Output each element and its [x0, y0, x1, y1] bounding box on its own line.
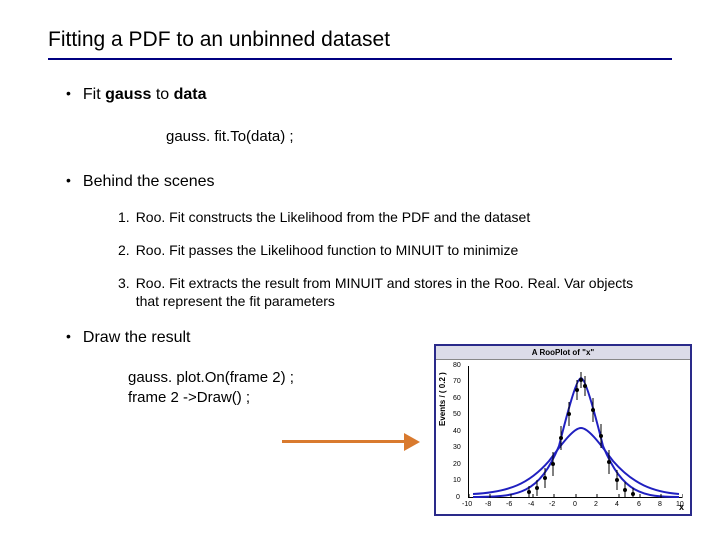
bullet-mark: •: [66, 327, 71, 347]
xtick: -10: [462, 501, 472, 508]
ytick: 50: [453, 411, 461, 418]
fit-curve-1: [473, 378, 679, 497]
list-item: 3. Roo. Fit extracts the result from MIN…: [118, 274, 672, 312]
page-title: Fitting a PDF to an unbinned dataset: [48, 28, 672, 60]
arrow-icon: [282, 430, 422, 454]
ytick: 20: [453, 461, 461, 468]
plot-area: [468, 366, 682, 498]
xtick: 0: [573, 501, 577, 508]
bullet-text: Behind the scenes: [83, 171, 215, 193]
plot-title: A RooPlot of "x": [436, 346, 690, 360]
bullet-fit: • Fit gauss to data: [48, 84, 672, 106]
ytick: 60: [453, 395, 461, 402]
bullet-mark: •: [66, 84, 71, 104]
fit-curve-2: [473, 428, 679, 494]
txt: Fit: [83, 86, 105, 103]
xtick: 8: [658, 501, 662, 508]
xtick: 10: [676, 501, 684, 508]
code-fitto: gauss. fit.To(data) ;: [166, 128, 672, 145]
bullet-text: Draw the result: [83, 327, 191, 349]
ytick: 0: [456, 494, 460, 501]
xtick: 6: [637, 501, 641, 508]
xtick: -8: [485, 501, 491, 508]
ytick: 80: [453, 362, 461, 369]
ytick: 40: [453, 428, 461, 435]
txt: Roo. Fit extracts the result from MINUIT…: [136, 274, 656, 312]
numbered-list: 1. Roo. Fit constructs the Likelihood fr…: [118, 208, 672, 312]
bullet-text: Fit gauss to data: [83, 84, 207, 106]
num: 1.: [118, 208, 130, 227]
list-item: 1. Roo. Fit constructs the Likelihood fr…: [118, 208, 672, 227]
plot-ylabel: Events / ( 0.2 ): [438, 372, 447, 426]
xtick: 2: [594, 501, 598, 508]
xtick: -4: [528, 501, 534, 508]
xtick: -2: [549, 501, 555, 508]
xtick: 4: [615, 501, 619, 508]
data-points: [528, 372, 635, 497]
txt: data: [174, 86, 207, 103]
bullet-mark: •: [66, 171, 71, 191]
xtick: -6: [506, 501, 512, 508]
txt: Roo. Fit passes the Likelihood function …: [136, 241, 519, 260]
txt: Roo. Fit constructs the Likelihood from …: [136, 208, 531, 227]
ytick: 70: [453, 378, 461, 385]
result-plot: A RooPlot of "x" Events / ( 0.2 ) x: [434, 344, 692, 516]
txt: to: [151, 86, 173, 103]
ytick: 10: [453, 477, 461, 484]
txt: gauss: [105, 86, 151, 103]
bullet-behind: • Behind the scenes: [48, 171, 672, 193]
ytick: 30: [453, 444, 461, 451]
num: 3.: [118, 274, 130, 293]
num: 2.: [118, 241, 130, 260]
list-item: 2. Roo. Fit passes the Likelihood functi…: [118, 241, 672, 260]
plot-curves: [469, 366, 683, 498]
